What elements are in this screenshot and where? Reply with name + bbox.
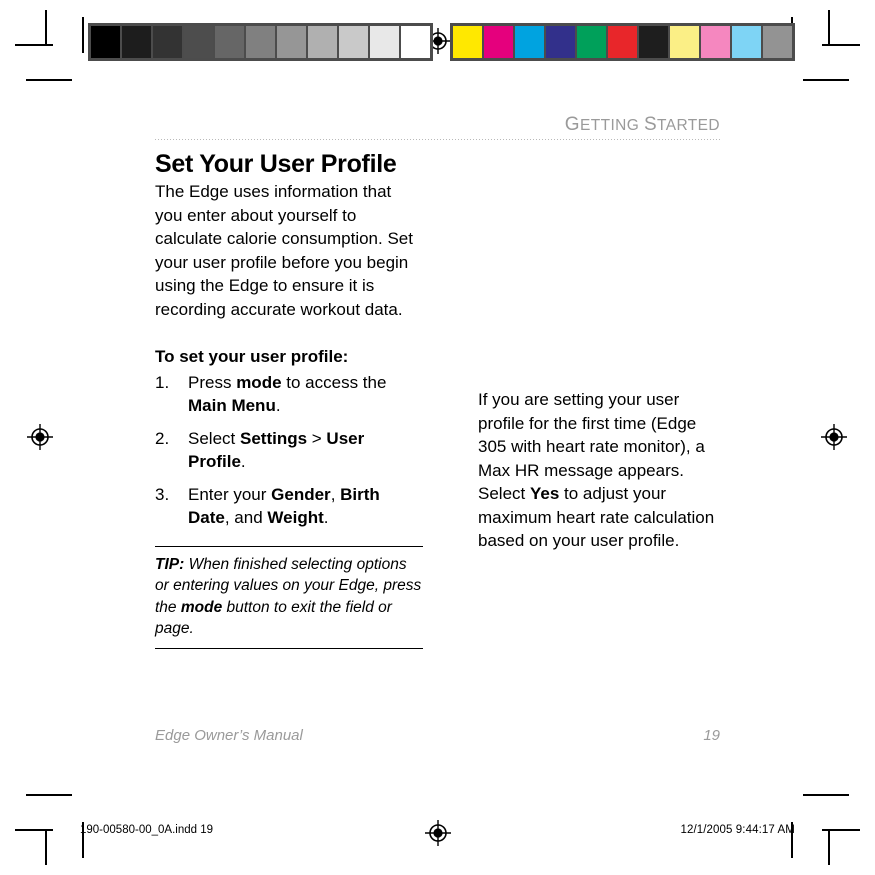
step-bold-main-menu: Main Menu [188, 396, 276, 415]
running-head-cap-s: S [643, 114, 658, 135]
list-item: 3. Enter your Gender, Birth Date, and Wei… [155, 483, 423, 530]
step-text-pre: Select [188, 428, 240, 448]
manual-page: GETTING STARTED Set Your User Profile Th… [0, 0, 875, 875]
page-title: Set Your User Profile [155, 150, 397, 178]
running-head-getting: ETTING [579, 117, 640, 134]
step-text-mid: to access the [281, 372, 387, 392]
max-hr-paragraph: If you are setting your user profile for… [478, 388, 723, 553]
list-item: 1. Press mode to access the Main Menu. [155, 371, 423, 418]
footer-manual-title: Edge Owner’s Manual [155, 727, 303, 744]
step-text-post: . [323, 508, 329, 527]
tip-label: TIP: [155, 555, 185, 573]
print-slug-line: 190-00580-00_0A.indd 19 12/1/2005 9:44:1… [80, 824, 795, 836]
procedure-steps-list: 1. Press mode to access the Main Menu. 2.… [155, 371, 423, 530]
tip-bold-mode: mode [180, 598, 223, 616]
step-text-mid2: , and [224, 508, 268, 527]
header-dotted-rule [155, 139, 720, 140]
step-text-post: . [240, 452, 246, 471]
slug-filename: 190-00580-00_0A.indd 19 [80, 824, 214, 836]
step-number: 1. [155, 372, 170, 392]
tip-text: TIP: When finished selecting options or … [155, 554, 423, 640]
step-bold-mode: mode [236, 372, 282, 392]
intro-paragraph: The Edge uses information that you enter… [155, 182, 413, 319]
step-number: 2. [155, 428, 170, 448]
step-text-pre: Press [188, 372, 237, 392]
footer-page-number: 19 [703, 727, 720, 744]
tip-callout-box: TIP: When finished selecting options or … [155, 545, 423, 649]
step-bold-settings: Settings [239, 428, 308, 448]
step-bold-gender: Gender [271, 484, 331, 504]
page-footer: Edge Owner’s Manual 19 [155, 727, 720, 744]
slug-datetime: 12/1/2005 9:44:17 AM [680, 824, 795, 836]
list-item: 2. Select Settings > User Profile. [155, 427, 423, 474]
max-hr-bold-yes: Yes [529, 484, 560, 503]
step-text-mid: , [330, 484, 341, 504]
running-head: GETTING STARTED [155, 114, 720, 136]
running-head-cap-g: G [564, 114, 580, 135]
procedure-subhead: To set your user profile: [155, 347, 349, 366]
left-column: Set Your User Profile The Edge uses info… [155, 150, 423, 649]
step-number: 3. [155, 484, 170, 504]
step-text-mid: > [307, 428, 327, 448]
running-head-started: TARTED [657, 117, 720, 134]
step-text-post: . [275, 396, 281, 415]
step-bold-weight: Weight [267, 508, 324, 527]
step-text-pre: Enter your [188, 484, 272, 504]
